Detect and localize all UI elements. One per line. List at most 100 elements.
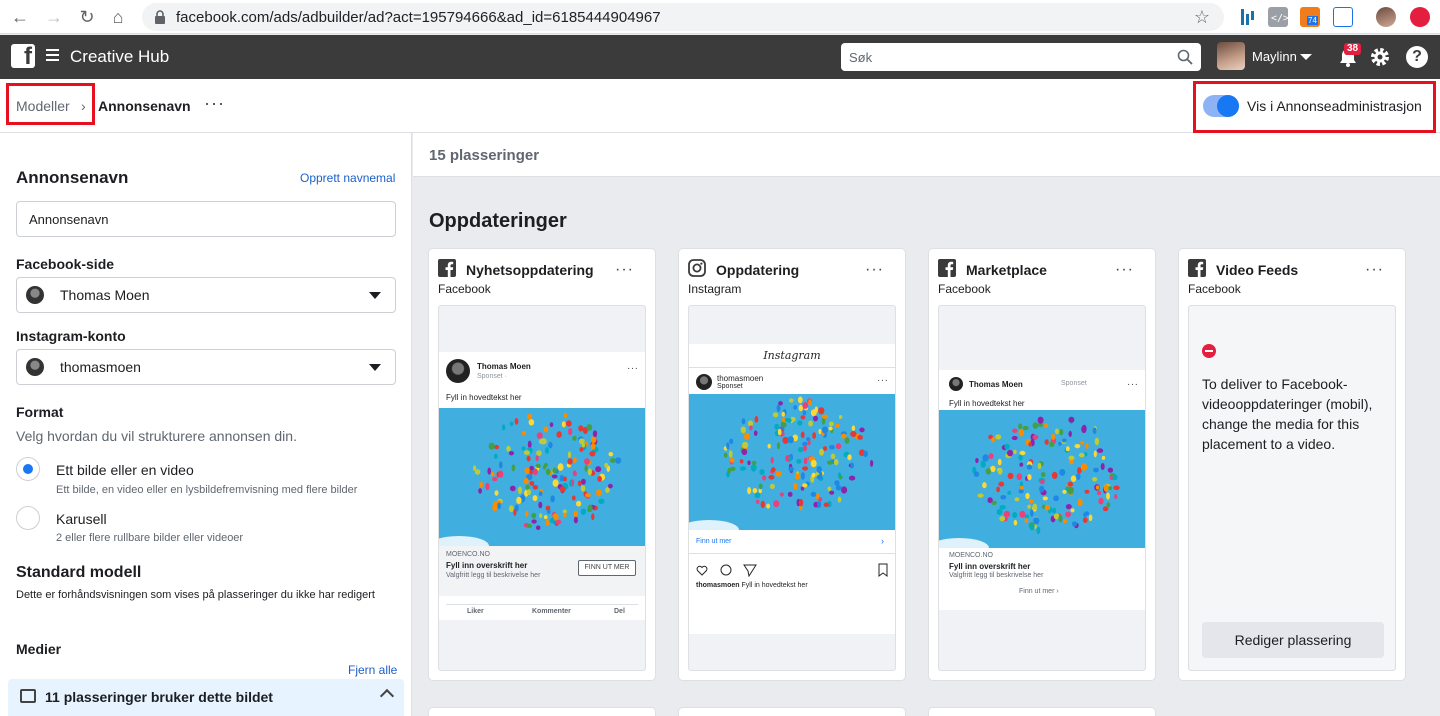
- preview-name: Thomas Moen: [969, 380, 1023, 389]
- back-icon[interactable]: ←: [4, 1, 36, 33]
- instagram-actions-icons: [696, 564, 757, 577]
- breadcrumb-current: Annonsenavn: [98, 98, 191, 114]
- app-title[interactable]: Creative Hub: [70, 47, 169, 67]
- extension-icon-3[interactable]: 74: [1300, 7, 1320, 27]
- placement-error-panel: To deliver to Facebook-videooppdateringe…: [1188, 305, 1396, 671]
- create-name-template-link[interactable]: Opprett navnemal: [300, 171, 395, 185]
- preview-post: Thomas Moen Sponset · ··· Fyll in hovedt…: [439, 352, 645, 620]
- gear-icon[interactable]: [1369, 46, 1391, 68]
- balloons-image: [689, 394, 895, 530]
- facebook-page-select[interactable]: Thomas Moen: [16, 277, 396, 313]
- radio-carousel-label[interactable]: Karusell: [56, 511, 107, 527]
- format-label: Format: [16, 404, 64, 420]
- preview-sponsored: Sponset: [1061, 380, 1087, 387]
- preview-body-text: Fyll in hovedtekst her: [446, 393, 522, 402]
- address-bar[interactable]: facebook.com/ads/adbuilder/ad?act=195794…: [142, 3, 1224, 31]
- preview-description: Valgfritt legg til beskrivelse her: [949, 572, 1044, 579]
- remove-all-link[interactable]: Fjern alle: [348, 663, 397, 677]
- preview-avatar: [446, 359, 470, 383]
- preview-avatar: [696, 374, 712, 390]
- forward-icon[interactable]: →: [38, 1, 70, 33]
- preview-image: [939, 410, 1145, 548]
- preview-body-text: Fyll in hovedtekst her: [949, 399, 1025, 408]
- preview-more-icon: ···: [627, 363, 639, 374]
- browser-toolbar: ← → ↻ ⌂ facebook.com/ads/adbuilder/ad?ac…: [0, 0, 1440, 34]
- edit-placement-button[interactable]: Rediger plassering: [1202, 622, 1384, 658]
- search-box[interactable]: [841, 43, 1201, 71]
- image-placements-icon: [20, 689, 36, 703]
- card-title: Video Feeds: [1216, 262, 1299, 278]
- placement-card-next-row: [929, 708, 1155, 716]
- radio-carousel[interactable]: [16, 506, 40, 530]
- search-input[interactable]: [849, 49, 1177, 65]
- card-platform: Facebook: [438, 282, 491, 296]
- page-avatar: [26, 286, 44, 304]
- instagram-account-select[interactable]: thomasmoen: [16, 349, 396, 385]
- more-options-icon[interactable]: ···: [615, 262, 634, 278]
- chevron-down-icon: [369, 363, 381, 371]
- placement-card-next-row: [679, 708, 905, 716]
- instagram-account-label: Instagram-konto: [16, 328, 126, 344]
- more-options-icon[interactable]: ···: [1115, 262, 1134, 278]
- ad-preview-phone[interactable]: Instagram thomasmoen Sponset ··· Finn ut…: [688, 305, 896, 671]
- home-icon[interactable]: ⌂: [102, 1, 134, 33]
- chevron-right-icon: ›: [81, 98, 86, 114]
- profile-avatar[interactable]: [1376, 7, 1396, 27]
- bookmark-icon: [878, 563, 888, 577]
- facebook-page-label: Facebook-side: [16, 256, 115, 272]
- preview-link-area: MOENCO.NO Fyll inn overskrift her Valgfr…: [439, 546, 645, 596]
- more-options-icon[interactable]: ···: [865, 262, 884, 278]
- menu-icon[interactable]: [46, 49, 59, 63]
- ad-name-input[interactable]: [16, 201, 396, 237]
- chevron-down-icon[interactable]: [1300, 54, 1312, 60]
- ad-preview-phone[interactable]: Thomas Moen Sponset · ··· Fyll in hovedt…: [438, 305, 646, 671]
- radio-single-image[interactable]: [16, 457, 40, 481]
- placement-card-next-row: [429, 708, 655, 716]
- extension-icon-4[interactable]: [1333, 7, 1353, 27]
- card-title: Nyhetsoppdatering: [466, 262, 594, 278]
- card-platform: Instagram: [688, 282, 742, 296]
- preview-cta-link: Finn ut mer ›: [1019, 588, 1059, 595]
- breadcrumb-parent-link[interactable]: Modeller: [16, 98, 70, 114]
- placement-card-marketplace: Marketplace Facebook ··· Thomas Moen Spo…: [929, 249, 1155, 680]
- facebook-logo-icon[interactable]: f: [11, 44, 35, 69]
- preview-sponsored: Sponset: [717, 383, 743, 390]
- preview-sponsored: Sponset ·: [477, 373, 507, 380]
- section-title: Oppdateringer: [429, 210, 567, 232]
- toggle-knob: [1217, 95, 1239, 117]
- placements-header: 15 plasseringer: [413, 133, 1440, 177]
- preview-avatar: [949, 377, 963, 391]
- chevron-down-icon: [369, 291, 381, 299]
- ad-preview-phone[interactable]: Thomas Moen Sponset ··· Fyll in hovedtek…: [938, 305, 1146, 671]
- radio-carousel-sub: 2 eller flere rullbare bilder eller vide…: [56, 532, 244, 544]
- user-avatar[interactable]: [1217, 42, 1245, 70]
- more-options-icon[interactable]: ···: [204, 93, 225, 114]
- preview-cta-text: Finn ut mer: [1019, 588, 1055, 595]
- preview-cta-link: Finn ut mer: [696, 538, 732, 545]
- facebook-icon: [1188, 259, 1206, 277]
- ads-manager-toggle[interactable]: [1203, 95, 1239, 117]
- placements-count: 15 plasseringer: [429, 147, 540, 164]
- more-options-icon[interactable]: ···: [1365, 262, 1384, 278]
- media-banner[interactable]: 11 plasseringer bruker dette bildet: [8, 679, 404, 716]
- placement-card-instagram-feed: Oppdatering Instagram ··· Instagram thom…: [679, 249, 905, 680]
- card-platform: Facebook: [1188, 282, 1241, 296]
- facebook-icon: [938, 259, 956, 277]
- extension-icon-1[interactable]: [1238, 7, 1258, 27]
- app-topbar: f Creative Hub Maylinn 38 ?: [0, 35, 1440, 79]
- chevron-up-icon[interactable]: [379, 688, 395, 704]
- caption-name: thomasmoen: [696, 582, 740, 589]
- radio-single-image-label[interactable]: Ett bilde eller en video: [56, 462, 194, 478]
- preview-domain: MOENCO.NO: [949, 552, 993, 559]
- help-icon[interactable]: ?: [1406, 46, 1428, 68]
- user-name[interactable]: Maylinn: [1252, 49, 1297, 64]
- lock-icon: [155, 10, 165, 24]
- preview-name: Thomas Moen: [477, 362, 531, 371]
- search-icon[interactable]: [1177, 49, 1193, 65]
- update-icon[interactable]: [1410, 7, 1430, 27]
- format-description: Velg hvordan du vil strukturere annonsen…: [16, 428, 297, 444]
- bookmark-star-icon[interactable]: ☆: [1194, 7, 1210, 28]
- preview-share: Del: [614, 608, 625, 615]
- reload-icon[interactable]: ↻: [71, 1, 103, 33]
- code-extension-icon[interactable]: </>: [1268, 7, 1289, 27]
